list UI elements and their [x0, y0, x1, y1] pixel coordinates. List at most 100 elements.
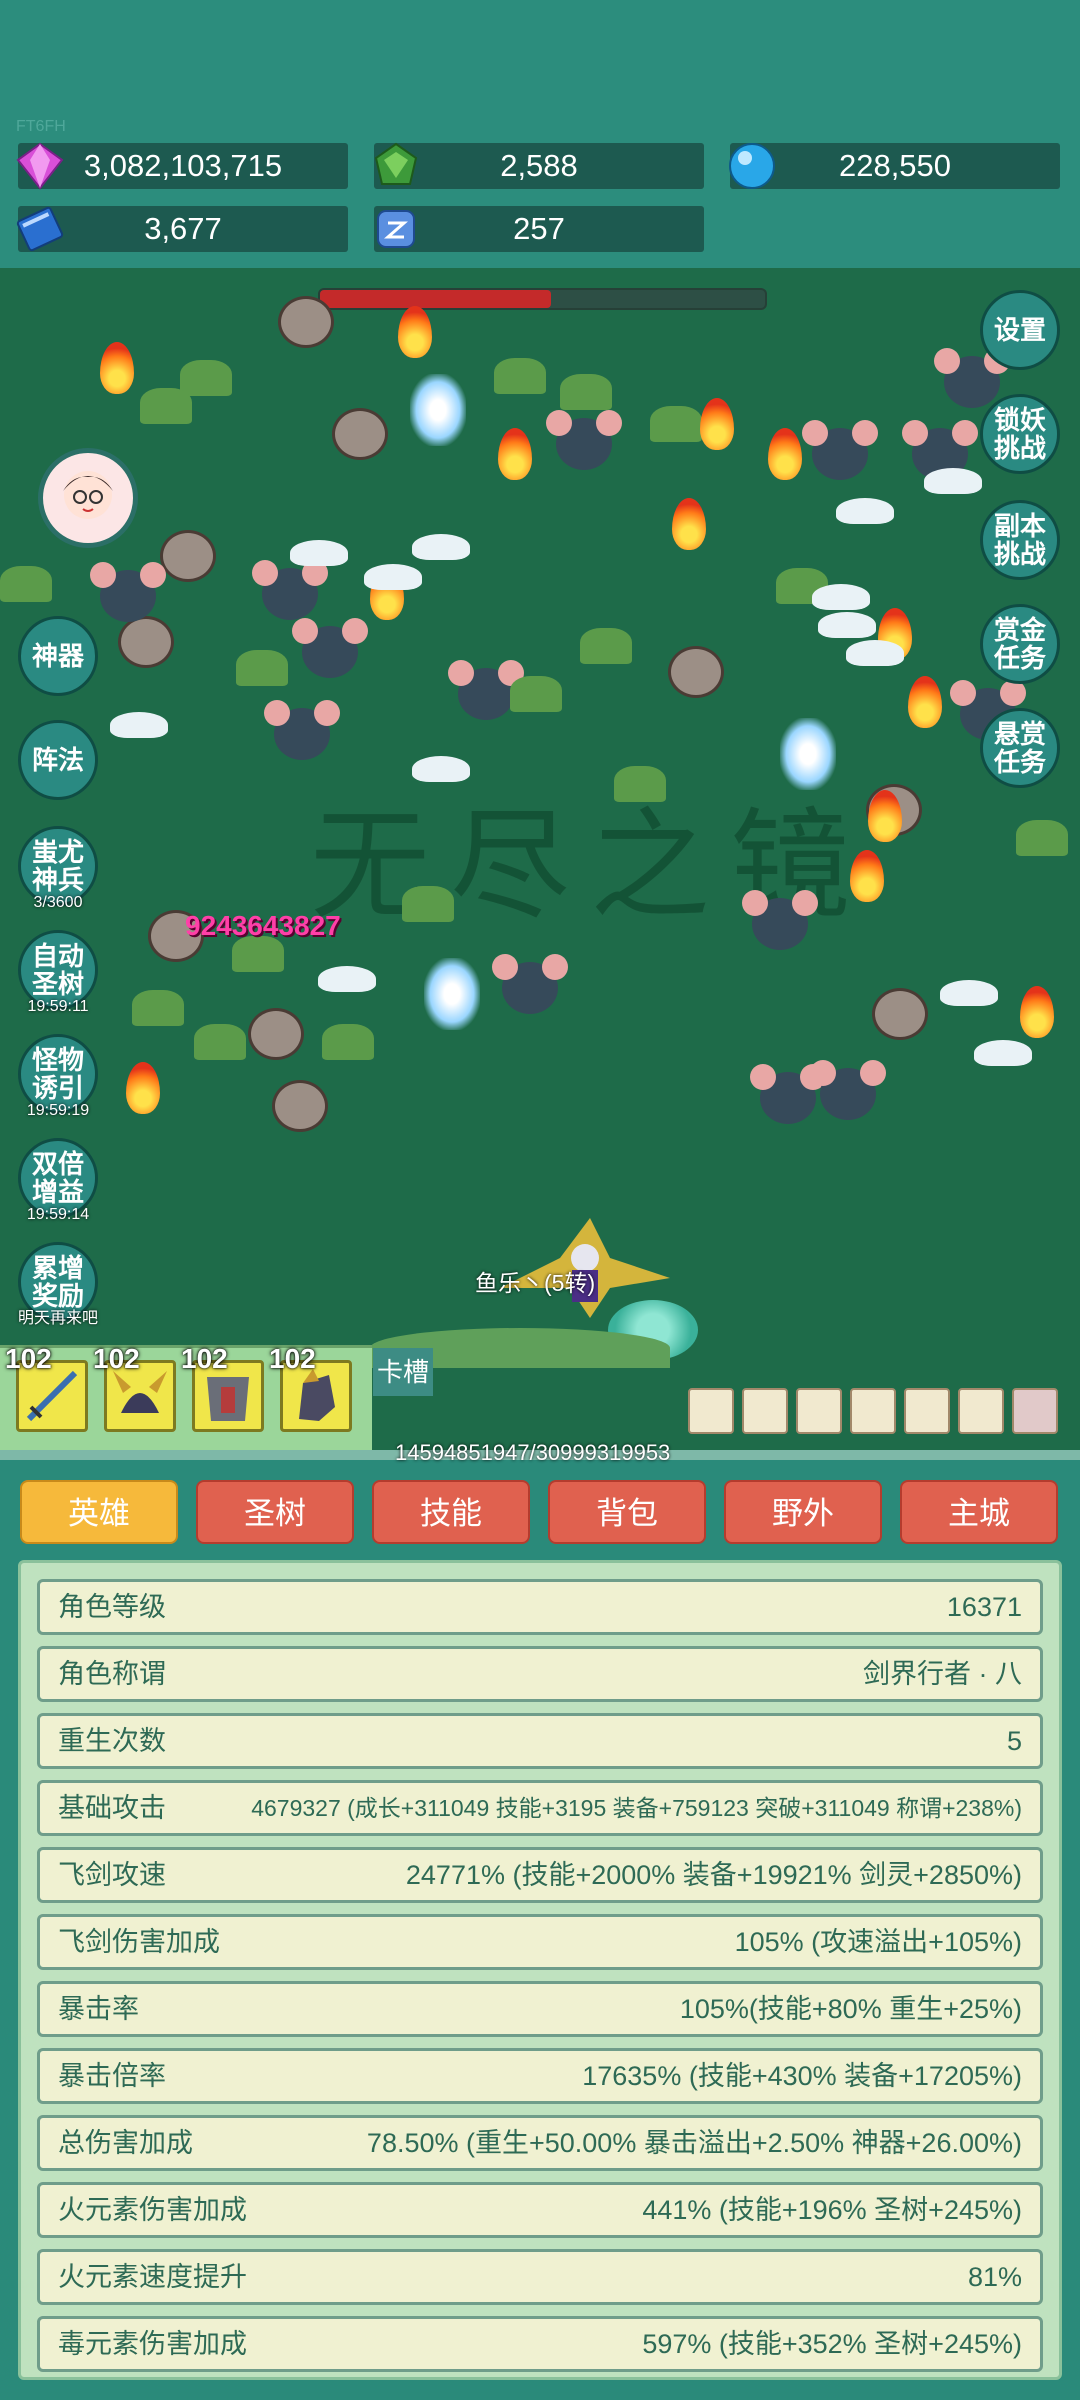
tab-sacred-tree[interactable]: 圣树	[196, 1480, 354, 1544]
equipment-slots: 102 102 102 102	[0, 1343, 372, 1453]
stat-value: 16371	[946, 1592, 1022, 1622]
cumulative-reward-label: 累增奖励	[31, 1253, 84, 1311]
demon-lock-challenge-button[interactable]: 锁妖挑战	[980, 394, 1060, 474]
bear-enemy	[272, 1080, 328, 1132]
equip-slot-sword[interactable]: 102	[5, 1343, 88, 1432]
status-buff-icon[interactable]	[904, 1388, 950, 1434]
cumulative-reward-button[interactable]: 累增奖励 明天再来吧	[18, 1242, 98, 1327]
status-buff-icon[interactable]	[850, 1388, 896, 1434]
rat-enemy	[448, 660, 524, 720]
rat-enemy	[546, 410, 622, 470]
frog-enemy	[194, 1024, 246, 1060]
server-tag: FT6FH	[16, 118, 66, 135]
frog-enemy	[322, 1024, 374, 1060]
artifact-label: 神器	[31, 641, 84, 671]
cloud-effect	[836, 498, 894, 524]
tab-hero[interactable]: 英雄	[20, 1480, 178, 1544]
rat-enemy	[750, 1064, 826, 1124]
bear-enemy	[278, 296, 334, 348]
bounty-task-button[interactable]: 赏金任务	[980, 604, 1060, 684]
equip-slot-helmet[interactable]: 102	[93, 1343, 176, 1432]
damage-number: 9243643827	[185, 910, 341, 941]
fire-effect	[908, 676, 942, 728]
status-buff-icon[interactable]	[958, 1388, 1004, 1434]
dungeon-challenge-button[interactable]: 副本挑战	[980, 500, 1060, 580]
fire-effect	[1020, 986, 1054, 1038]
frog-enemy	[1016, 820, 1068, 856]
frog-enemy	[180, 360, 232, 396]
stat-row: 重生次数 5	[37, 1713, 1043, 1769]
stat-value: 剑界行者 · 八	[863, 1659, 1022, 1689]
resource-pink-gem: 3,082,103,715	[16, 142, 348, 190]
tab-main-city[interactable]: 主城	[900, 1480, 1058, 1544]
resource-header: FT6FH 3,082,103,715 2,588 228,550 3,677 …	[0, 0, 1080, 268]
equip-level: 102	[269, 1343, 316, 1374]
main-tabs: 英雄 圣树 技能 背包 野外 主城	[0, 1462, 1080, 1552]
status-buff-icon[interactable]	[688, 1388, 734, 1434]
double-buff-label: 双倍增益	[31, 1149, 84, 1207]
dungeon-challenge-label: 副本挑战	[993, 511, 1046, 569]
card-slot-button[interactable]: 卡槽	[373, 1348, 433, 1396]
status-buff-icon[interactable]	[796, 1388, 842, 1434]
frog-enemy	[236, 650, 288, 686]
stat-row: 火元素速度提升 81%	[37, 2249, 1043, 2305]
settings-button[interactable]: 设置	[980, 290, 1060, 370]
pink-gem-icon	[16, 142, 64, 190]
monster-lure-button[interactable]: 怪物诱引 19:59:19	[18, 1034, 98, 1119]
rat-enemy	[252, 560, 328, 620]
double-buff-timer: 19:59:14	[26, 1206, 90, 1223]
stat-row: 毒元素伤害加成 597% (技能+352% 圣树+245%)	[37, 2316, 1043, 2372]
resource-green-gem: 2,588	[374, 142, 704, 189]
bounty-task-label: 赏金任务	[993, 615, 1046, 673]
stat-label: 角色称谓	[58, 1659, 166, 1689]
cloud-effect	[818, 612, 876, 638]
tab-skills[interactable]: 技能	[372, 1480, 530, 1544]
frog-enemy	[140, 388, 192, 424]
fire-effect	[498, 428, 532, 480]
reward-task-button[interactable]: 悬赏任务	[980, 708, 1060, 788]
formation-label: 阵法	[31, 745, 84, 775]
stat-label: 毒元素伤害加成	[58, 2329, 247, 2359]
status-buff-icon[interactable]	[742, 1388, 788, 1434]
boss-health-fill	[320, 290, 552, 308]
double-buff-button[interactable]: 双倍增益 19:59:14	[18, 1138, 98, 1223]
monster-lure-label: 怪物诱引	[31, 1045, 84, 1103]
cloud-effect	[924, 468, 982, 494]
reward-task-label: 悬赏任务	[993, 719, 1046, 777]
formation-button[interactable]: 阵法	[18, 720, 98, 800]
player-avatar[interactable]	[38, 448, 138, 548]
status-buff-icon[interactable]	[1012, 1388, 1058, 1434]
resource-blue-orb: 228,550	[729, 143, 1060, 189]
bear-enemy	[332, 408, 388, 460]
equip-level: 102	[5, 1343, 52, 1374]
auto-tree-button[interactable]: 自动圣树 19:59:11	[18, 930, 98, 1015]
frog-enemy	[510, 676, 562, 712]
stat-value: 441% (技能+196% 圣树+245%)	[642, 2195, 1022, 2225]
frog-enemy	[614, 766, 666, 802]
stat-value: 17635% (技能+430% 装备+17205%)	[582, 2061, 1022, 2091]
frog-enemy	[650, 406, 702, 442]
cloud-effect	[812, 584, 870, 610]
cloud-effect	[412, 756, 470, 782]
chiyou-weapon-button[interactable]: 蚩尤神兵 3/3600	[18, 826, 98, 911]
frog-enemy	[580, 628, 632, 664]
stat-row: 基础攻击 4679327 (成长+311049 技能+3195 装备+759123…	[37, 1780, 1043, 1836]
tab-backpack[interactable]: 背包	[548, 1480, 706, 1544]
rat-enemy	[264, 700, 340, 760]
stat-value: 81%	[967, 2262, 1022, 2292]
stat-value: 24771% (技能+2000% 装备+19921% 剑灵+2850%)	[405, 1860, 1022, 1890]
equip-level: 102	[93, 1343, 140, 1374]
cloud-effect	[974, 1040, 1032, 1066]
fire-effect	[700, 398, 734, 450]
equip-slot-gauntlet[interactable]: 102	[269, 1343, 352, 1432]
stat-row: 角色称谓 剑界行者 · 八	[37, 1646, 1043, 1702]
auto-tree-label: 自动圣树	[31, 941, 84, 999]
fire-effect	[100, 342, 134, 394]
equip-slot-armor[interactable]: 102	[181, 1343, 264, 1432]
hero-stats-panel[interactable]: 角色等级 16371 角色称谓 剑界行者 · 八 重生次数 5 基础攻击 4679327…	[18, 1560, 1062, 2380]
battle-field[interactable]: 无尽之镜 9243643827 鱼乐丶(5转) 神器 阵法 蚩尤神兵 3/360…	[0, 268, 1080, 1458]
tab-wild[interactable]: 野外	[724, 1480, 882, 1544]
stat-row: 总伤害加成 78.50% (重生+50.00% 暴击溢出+2.50% 神器+26.…	[37, 2115, 1043, 2171]
artifact-button[interactable]: 神器	[18, 616, 98, 696]
stat-row: 暴击率 105%(技能+80% 重生+25%)	[37, 1981, 1043, 2037]
